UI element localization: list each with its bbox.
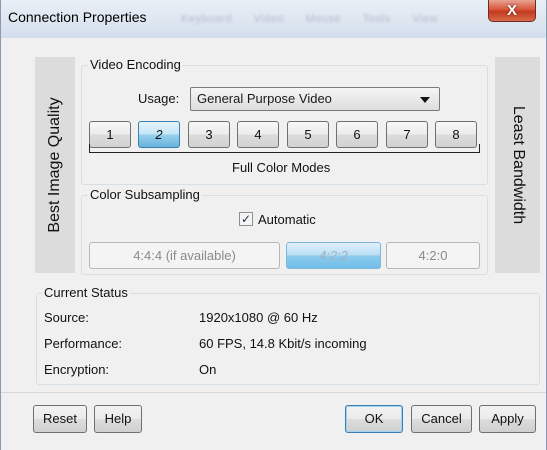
ghost-menu-tools: Tools (362, 13, 391, 25)
background-menu-bar: Keyboard Video Mouse Tools View (181, 13, 456, 25)
close-button[interactable]: X (488, 0, 536, 22)
full-color-modes-bracket (89, 144, 480, 153)
source-value: 1920x1080 @ 60 Hz (199, 310, 318, 325)
apply-button[interactable]: Apply (479, 405, 536, 433)
automatic-checkbox[interactable]: ✓ (239, 212, 253, 226)
ghost-menu-view: View (412, 13, 438, 25)
video-encoding-legend: Video Encoding (88, 57, 183, 72)
title-bar[interactable]: Connection Properties Keyboard Video Mou… (1, 0, 546, 38)
usage-dropdown[interactable]: General Purpose Video (190, 87, 440, 111)
cancel-button[interactable]: Cancel (411, 405, 472, 433)
chevron-down-icon (420, 97, 430, 103)
subsampling-420-button[interactable]: 4:2:0 (386, 242, 480, 269)
usage-dropdown-value: General Purpose Video (197, 91, 332, 106)
least-bandwidth-panel: Least Bandwidth (495, 57, 540, 273)
connection-properties-window: Connection Properties Keyboard Video Mou… (0, 0, 547, 450)
help-button[interactable]: Help (94, 405, 142, 433)
performance-value: 60 FPS, 14.8 Kbit/s incoming (199, 336, 367, 351)
encryption-label: Encryption: (44, 362, 110, 377)
full-color-modes-caption: Full Color Modes (232, 160, 331, 175)
source-label: Source: (44, 310, 89, 325)
usage-label: Usage: (138, 91, 180, 106)
subsampling-422-button[interactable]: 4:2:2 (286, 242, 381, 269)
best-image-quality-label: Best Image Quality (46, 97, 63, 233)
best-image-quality-panel: Best Image Quality (35, 57, 75, 273)
ghost-menu-mouse: Mouse (305, 13, 342, 25)
window-title: Connection Properties (8, 9, 147, 25)
subsampling-444-button[interactable]: 4:4:4 (if available) (89, 242, 280, 269)
ghost-menu-video: Video (253, 13, 285, 25)
ghost-menu-keyboard: Keyboard (181, 13, 233, 25)
close-icon: X (506, 2, 517, 19)
ok-button[interactable]: OK (345, 405, 403, 433)
encryption-value: On (199, 362, 217, 377)
automatic-label: Automatic (258, 212, 316, 227)
performance-label: Performance: (44, 336, 123, 351)
checkmark-icon: ✓ (240, 212, 252, 226)
reset-button[interactable]: Reset (33, 405, 87, 433)
current-status-legend: Current Status (42, 285, 130, 300)
color-subsampling-legend: Color Subsampling (88, 187, 202, 202)
least-bandwidth-label: Least Bandwidth (509, 105, 527, 225)
